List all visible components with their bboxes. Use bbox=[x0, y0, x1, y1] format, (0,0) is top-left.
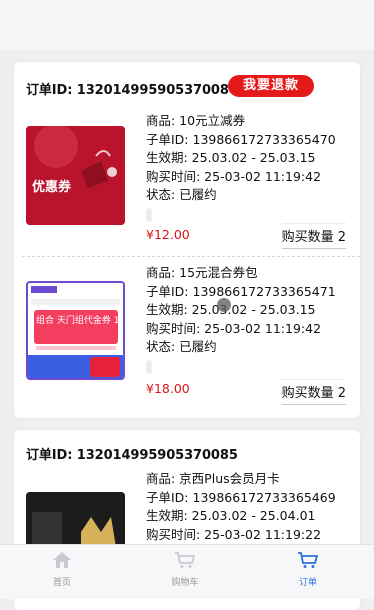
product-name: 商品: 京西Plus会员月卡 bbox=[146, 471, 280, 486]
nav-label: 购物车 bbox=[171, 578, 199, 588]
product-thumbnail: 优惠券 bbox=[26, 126, 125, 225]
sub-order-id: 子单ID: 139866172733365471 bbox=[146, 283, 336, 299]
nav-home[interactable]: 首页 bbox=[22, 551, 102, 588]
status: 状态: 已履约 bbox=[146, 187, 217, 202]
order-id: 订单ID: 132014995905370085 bbox=[26, 448, 238, 463]
nav-label: 首页 bbox=[52, 578, 71, 588]
product-name: 商品: 15元混合券包 bbox=[146, 265, 258, 280]
tag-placeholder bbox=[146, 208, 152, 222]
order-card: 订单ID: 132014995905370086 我要退款 优惠券 商品: 10… bbox=[14, 62, 360, 418]
item-divider bbox=[22, 256, 360, 257]
nav-cart[interactable]: 购物车 bbox=[145, 551, 225, 588]
order-item[interactable]: 优惠券 商品: 10元立减券 子单ID: 139866172733365470 … bbox=[26, 112, 360, 252]
validity-period: 生效期: 25.03.02 - 25.04.01 bbox=[146, 508, 316, 523]
item-price: ¥18.00 bbox=[146, 381, 190, 396]
home-icon bbox=[52, 552, 72, 573]
thumb-label: 组合 天门组代金券 15 元 bbox=[36, 316, 125, 326]
cart-icon bbox=[174, 552, 196, 573]
order-icon bbox=[297, 552, 319, 573]
nav-label: 订单 bbox=[298, 578, 317, 588]
item-price: ¥12.00 bbox=[146, 227, 190, 242]
purchase-time: 购买时间: 25-03-02 11:19:42 bbox=[146, 168, 322, 184]
sub-order-id: 子单ID: 139866172733365469 bbox=[146, 489, 336, 505]
bottom-nav: 首页 购物车 订单 bbox=[0, 544, 374, 599]
product-name: 商品: 10元立减券 bbox=[146, 113, 246, 128]
purchase-time: 购买时间: 25-03-02 11:19:42 bbox=[146, 320, 322, 336]
validity-period: 生效期: 25.03.02 - 25.03.15 bbox=[146, 150, 316, 165]
status: 状态: 已履约 bbox=[146, 339, 217, 354]
product-thumbnail: 组合 天门组代金券 15 元 bbox=[26, 281, 125, 380]
nav-orders[interactable]: 订单 bbox=[268, 551, 348, 588]
validity-period: 生效期: 25.03.02 - 25.03.15 bbox=[146, 302, 316, 317]
item-info: 商品: 京西Plus会员月卡 子单ID: 139866172733365469 … bbox=[146, 470, 360, 544]
purchase-quantity: 购买数量 2 bbox=[281, 223, 346, 249]
sub-order-id: 子单ID: 139866172733365470 bbox=[146, 131, 336, 147]
refund-button[interactable]: 我要退款 bbox=[228, 75, 314, 97]
touch-indicator bbox=[217, 298, 231, 312]
thumb-label: 优惠券 bbox=[32, 180, 72, 195]
order-id: 订单ID: 132014995905370086 bbox=[26, 83, 238, 98]
purchase-time: 购买时间: 25-03-02 11:19:22 bbox=[146, 526, 322, 542]
order-item[interactable]: 组合 天门组代金券 15 元 商品: 15元混合券包 子单ID: 1398661… bbox=[26, 264, 360, 414]
item-info: 商品: 15元混合券包 子单ID: 139866172733365471 生效期… bbox=[146, 264, 360, 357]
tag-placeholder bbox=[146, 360, 152, 374]
top-bar bbox=[0, 0, 374, 50]
item-info: 商品: 10元立减券 子单ID: 139866172733365470 生效期:… bbox=[146, 112, 360, 205]
purchase-quantity: 购买数量 2 bbox=[281, 379, 346, 405]
